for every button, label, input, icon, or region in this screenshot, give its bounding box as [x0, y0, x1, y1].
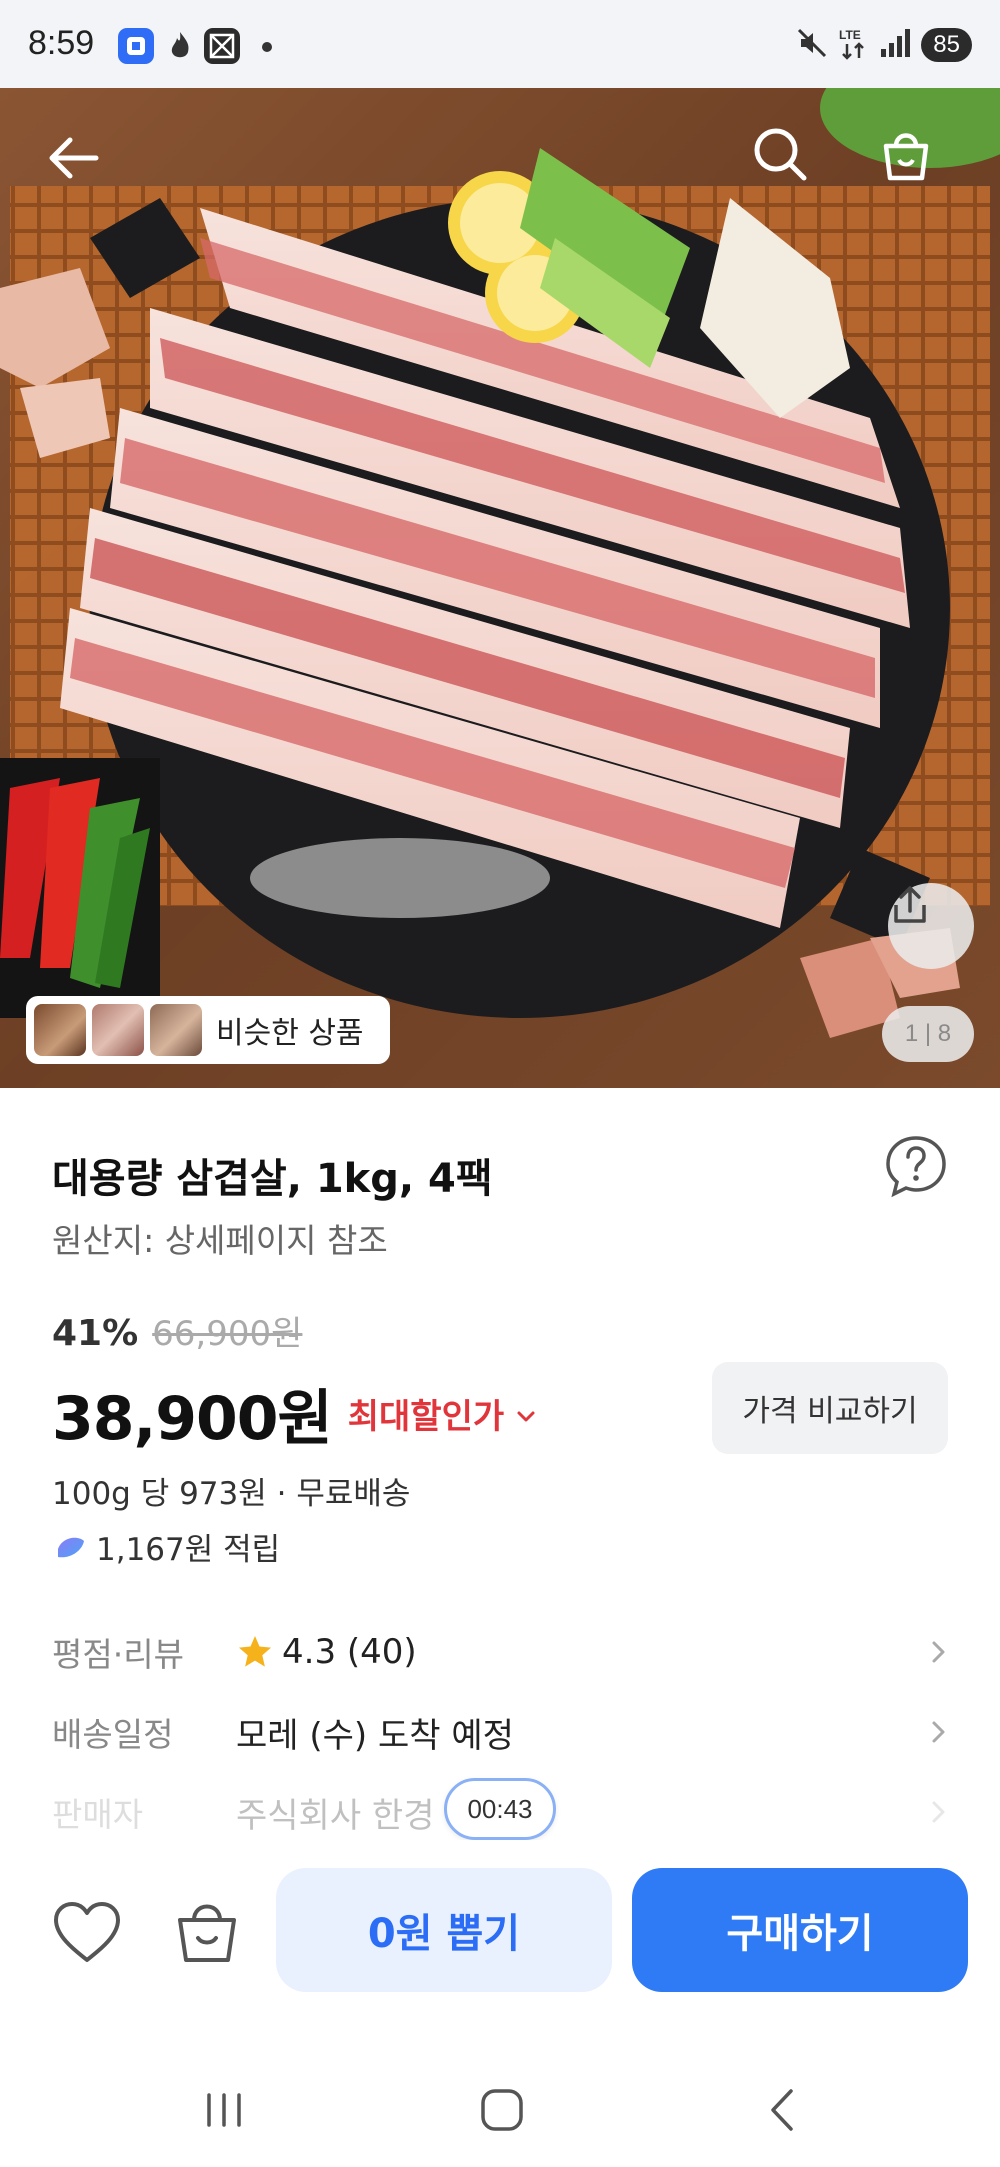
chevron-right-icon [932, 1641, 945, 1663]
add-to-cart-button[interactable] [170, 1894, 244, 1968]
similar-thumbnail [34, 1004, 86, 1056]
wishlist-button[interactable] [50, 1896, 124, 1970]
arrow-left-icon [49, 137, 99, 179]
signal-icon [879, 27, 911, 63]
star-icon [239, 1636, 271, 1667]
shopping-bag-icon [883, 133, 929, 181]
product-photo [0, 88, 1000, 1088]
question-bubble-icon [886, 1136, 946, 1198]
system-back-button[interactable] [744, 2070, 824, 2150]
recent-apps-icon [207, 2093, 241, 2127]
share-icon [894, 886, 926, 923]
discount-row: 41% 66,900원 [52, 1306, 302, 1355]
max-discount-dropdown[interactable]: 최대할인가 [348, 1389, 504, 1438]
gallery-notification-icon [204, 28, 240, 64]
mute-icon [795, 26, 829, 64]
recent-apps-button[interactable] [184, 2070, 264, 2150]
similar-products-label: 비슷한 상품 [216, 1016, 364, 1051]
chevron-left-icon [771, 2089, 793, 2131]
search-icon [754, 128, 807, 181]
cart-button[interactable] [876, 124, 960, 208]
more-notifications-dot [262, 42, 272, 52]
sale-price: 38,900원 [52, 1384, 333, 1454]
chevron-right-icon [932, 1801, 945, 1823]
points-row: 1,167원 적립 [52, 1524, 280, 1569]
image-page-counter: 1 | 8 [882, 1006, 974, 1062]
system-nav-bar [0, 2040, 1000, 2167]
rating-value: 4.3 (40) [282, 1632, 417, 1672]
discount-rate: 41% [52, 1313, 139, 1354]
delivery-label: 배송일정 [52, 1715, 174, 1754]
status-time: 8:59 [28, 24, 95, 62]
similar-products-chip[interactable]: 비슷한 상품 [26, 996, 390, 1064]
lte-icon: LTE [839, 26, 869, 64]
shopping-bag-icon [178, 1904, 236, 1962]
buy-now-button[interactable]: 구매하기 [632, 1868, 968, 1992]
help-button[interactable] [884, 1134, 948, 1198]
seller-label: 판매자 [52, 1795, 144, 1834]
points-text: 1,167원 적립 [96, 1532, 281, 1568]
chevron-right-icon [932, 1721, 945, 1743]
rating-label: 평점·리뷰 [52, 1635, 184, 1674]
origin-info: 원산지: 상세페이지 참조 [52, 1221, 388, 1260]
unit-price-shipping: 100g 당 973원 · 무료배송 [52, 1476, 411, 1512]
heart-icon [54, 1902, 120, 1962]
seller-value: 주식회사 한경 [236, 1795, 435, 1836]
free-draw-button[interactable]: 0원 뽑기 [276, 1868, 612, 1992]
product-title: 대용량 삼겹살, 1kg, 4팩 [52, 1156, 493, 1202]
battery-indicator: 85 [921, 28, 972, 62]
home-button[interactable] [462, 2070, 542, 2150]
search-button[interactable] [750, 124, 834, 208]
bottom-action-bar: 0원 뽑기 구매하기 [0, 1840, 1000, 2020]
original-price: 66,900원 [152, 1314, 303, 1354]
delivery-row[interactable]: 배송일정 모레 (수) 도착 예정 [52, 1702, 952, 1762]
price-compare-button[interactable]: 가격 비교하기 [712, 1362, 948, 1454]
share-button[interactable] [888, 883, 974, 969]
timer-badge[interactable]: 00:43 [444, 1778, 556, 1840]
similar-thumbnail [92, 1004, 144, 1056]
price-row: 38,900원 최대할인가 [52, 1370, 538, 1457]
chevron-down-icon[interactable] [514, 1404, 538, 1428]
rating-value-group: 4.3 (40) [236, 1632, 417, 1672]
back-button[interactable] [44, 128, 124, 208]
product-image-carousel[interactable]: 1 | 8 비슷한 상품 [0, 88, 1000, 1088]
rating-review-row[interactable]: 평점·리뷰 4.3 (40) [52, 1622, 952, 1682]
delivery-value: 모레 (수) 도착 예정 [236, 1715, 514, 1756]
app-notification-icon [118, 28, 154, 64]
home-icon [481, 2089, 523, 2131]
points-icon [58, 1537, 84, 1557]
status-right: LTE 85 [795, 26, 972, 64]
flame-notification-icon [162, 28, 198, 64]
status-bar: 8:59 LTE 85 [0, 0, 1000, 88]
similar-thumbnail [150, 1004, 202, 1056]
svg-text:LTE: LTE [839, 28, 861, 42]
